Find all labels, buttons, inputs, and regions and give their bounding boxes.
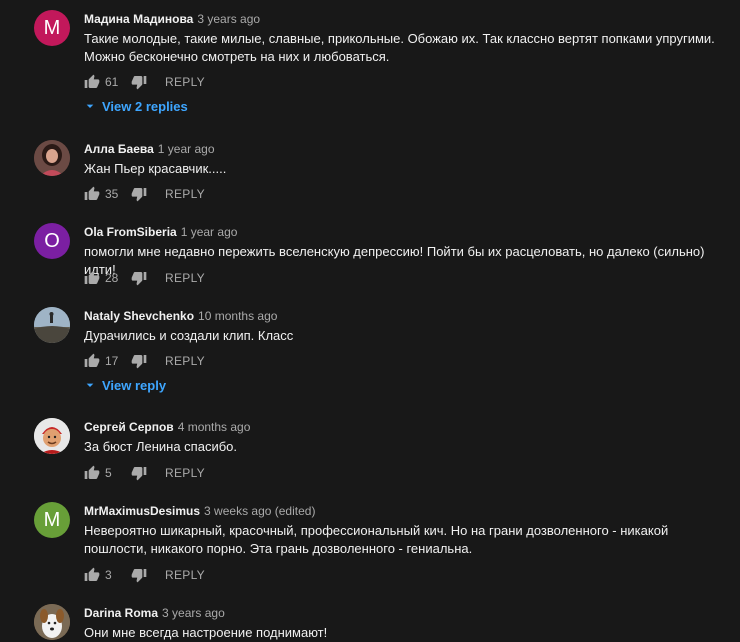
avatar[interactable]: M	[34, 10, 70, 46]
comment-text: Такие молодые, такие милые, славные, при…	[84, 31, 715, 64]
thumbs-down-icon[interactable]	[131, 353, 147, 369]
avatar[interactable]	[34, 604, 70, 640]
thumbs-down-icon[interactable]	[131, 270, 147, 286]
comment-text: Дурачились и создали клип. Класс	[84, 328, 294, 343]
comment-header: MrMaximusDesimus 3 weeks ago (edited)	[84, 503, 315, 519]
thumbs-up-icon[interactable]	[84, 465, 100, 481]
landscape-photo-icon	[34, 307, 70, 343]
comment-actions: 17 REPLY	[84, 351, 205, 371]
thumbs-up-icon[interactable]	[84, 270, 100, 286]
reply-button[interactable]: REPLY	[165, 75, 205, 89]
comment-time[interactable]: 1 year ago	[181, 225, 238, 239]
cartoon-avatar-icon	[34, 418, 70, 454]
view-replies-button[interactable]: View reply	[82, 375, 166, 395]
avatar[interactable]: M	[34, 502, 70, 538]
comment-header: Darina Roma 3 years ago	[84, 605, 225, 621]
comment-text: Они мне всегда настроение поднимают!	[84, 625, 328, 640]
chevron-down-icon	[86, 104, 94, 108]
comment-header: Сергей Серпов 4 months ago	[84, 419, 250, 435]
author-name[interactable]: Алла Баева	[84, 142, 154, 156]
like-count: 61	[105, 75, 119, 89]
author-name[interactable]: Nataly Shevchenko	[84, 309, 194, 323]
comment-time[interactable]: 3 weeks ago (edited)	[204, 504, 315, 518]
user-photo-icon	[34, 140, 70, 176]
comment-text: Невероятно шикарный, красочный, професси…	[84, 523, 669, 556]
avatar[interactable]: O	[34, 223, 70, 259]
comment-text: За бюст Ленина спасибо.	[84, 439, 237, 454]
thumbs-down-icon[interactable]	[131, 74, 147, 90]
author-name[interactable]: Darina Roma	[84, 606, 158, 620]
author-name[interactable]: Сергей Серпов	[84, 420, 174, 434]
comment-time[interactable]: 10 months ago	[198, 309, 277, 323]
reply-button[interactable]: REPLY	[165, 271, 205, 285]
comment-time[interactable]: 3 years ago	[197, 12, 260, 26]
avatar[interactable]	[34, 307, 70, 343]
chevron-down-icon	[86, 383, 94, 387]
thumbs-down-icon[interactable]	[131, 465, 147, 481]
view-replies-label: View 2 replies	[102, 98, 188, 114]
avatar[interactable]	[34, 418, 70, 454]
comment-time[interactable]: 3 years ago	[162, 606, 225, 620]
comment-actions: 61 REPLY	[84, 72, 205, 92]
thumbs-up-icon[interactable]	[84, 186, 100, 202]
like-count: 3	[105, 568, 112, 582]
like-count: 35	[105, 187, 119, 201]
thumbs-up-icon[interactable]	[84, 74, 100, 90]
like-count: 28	[105, 271, 119, 285]
dog-photo-icon	[34, 604, 70, 640]
comment-actions: 3 REPLY	[84, 565, 205, 585]
author-name[interactable]: MrMaximusDesimus	[84, 504, 200, 518]
author-name[interactable]: Мадина Мадинова	[84, 12, 193, 26]
thumbs-down-icon[interactable]	[131, 186, 147, 202]
comment-actions: 28 REPLY	[84, 268, 205, 288]
reply-button[interactable]: REPLY	[165, 568, 205, 582]
avatar[interactable]	[34, 140, 70, 176]
comment-header: Nataly Shevchenko 10 months ago	[84, 308, 277, 324]
thumbs-down-icon[interactable]	[131, 567, 147, 583]
comment-time[interactable]: 4 months ago	[178, 420, 251, 434]
comment-header: Мадина Мадинова 3 years ago	[84, 11, 260, 27]
like-count: 17	[105, 354, 119, 368]
reply-button[interactable]: REPLY	[165, 466, 205, 480]
like-count: 5	[105, 466, 112, 480]
author-name[interactable]: Ola FromSiberia	[84, 225, 177, 239]
view-replies-label: View reply	[102, 377, 167, 393]
comment-actions: 5 REPLY	[84, 463, 205, 483]
comment-actions: 35 REPLY	[84, 184, 205, 204]
comments-section: M Мадина Мадинова 3 years ago Такие молод…	[0, 0, 740, 640]
comment-header: Ola FromSiberia 1 year ago	[84, 224, 237, 240]
thumbs-up-icon[interactable]	[84, 567, 100, 583]
thumbs-up-icon[interactable]	[84, 353, 100, 369]
reply-button[interactable]: REPLY	[165, 354, 205, 368]
reply-button[interactable]: REPLY	[165, 187, 205, 201]
comment-text: Жан Пьер красавчик.....	[84, 161, 227, 176]
comment-time[interactable]: 1 year ago	[158, 142, 215, 156]
comment-header: Алла Баева 1 year ago	[84, 141, 215, 157]
view-replies-button[interactable]: View 2 replies	[82, 96, 188, 116]
